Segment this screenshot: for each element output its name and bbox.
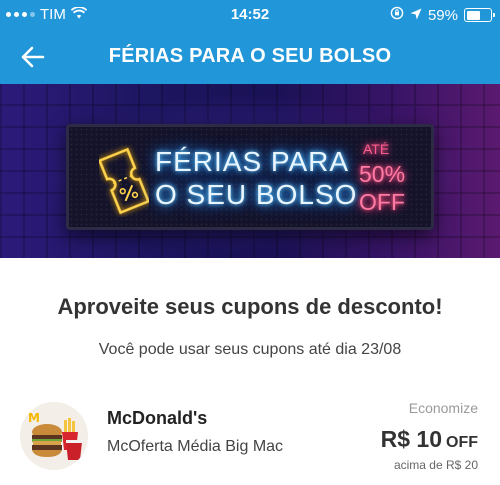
section-headline: Aproveite seus cupons de desconto! [57,294,443,319]
coupon-brand: McDonald's [107,408,208,428]
neon-off: OFF [359,189,405,215]
status-bar: TIM 14:52 59% [0,0,500,30]
ticket-percent-icon [97,145,151,217]
neon-title-line1: FÉRIAS PARA [155,146,350,177]
discount-amount: R$ 10 [380,426,442,452]
svg-text:M: M [28,411,40,425]
battery-percent: 59% [427,6,458,24]
location-arrow-icon [410,7,422,24]
page-title: FÉRIAS PARA O SEU BOLSO [108,45,392,67]
neon-title-line2: O SEU BOLSO [155,179,358,210]
promo-banner: FÉRIAS PARA O SEU BOLSO ATÉ 50% OFF [0,84,500,258]
mcdonalds-combo-image: M [20,402,88,470]
neon-ate: ATÉ [363,141,390,157]
navigation-bar: FÉRIAS PARA O SEU BOLSO [0,30,500,84]
discount-off-label: OFF [446,434,478,451]
battery-fill [466,10,481,20]
coupon-card[interactable]: M McDonald's McOferta Média Big Mac Econ… [0,392,500,485]
coupon-product: McOferta Média Big Mac [107,438,284,455]
section-subtitle: Você pode usar seus cupons até dia 23/08 [98,341,402,358]
minimum-purchase: acima de R$ 20 [393,458,478,472]
neon-percent: 50% [359,161,406,187]
status-right: 59% [390,6,495,24]
coupon-discount: R$ 10 OFF [381,426,478,453]
economize-label: Economize [408,400,478,416]
battery-icon [464,8,495,22]
orientation-lock-icon [390,6,404,24]
neon-title: FÉRIAS PARA O SEU BOLSO [155,145,357,211]
neon-sign: FÉRIAS PARA O SEU BOLSO ATÉ 50% OFF [66,124,434,230]
